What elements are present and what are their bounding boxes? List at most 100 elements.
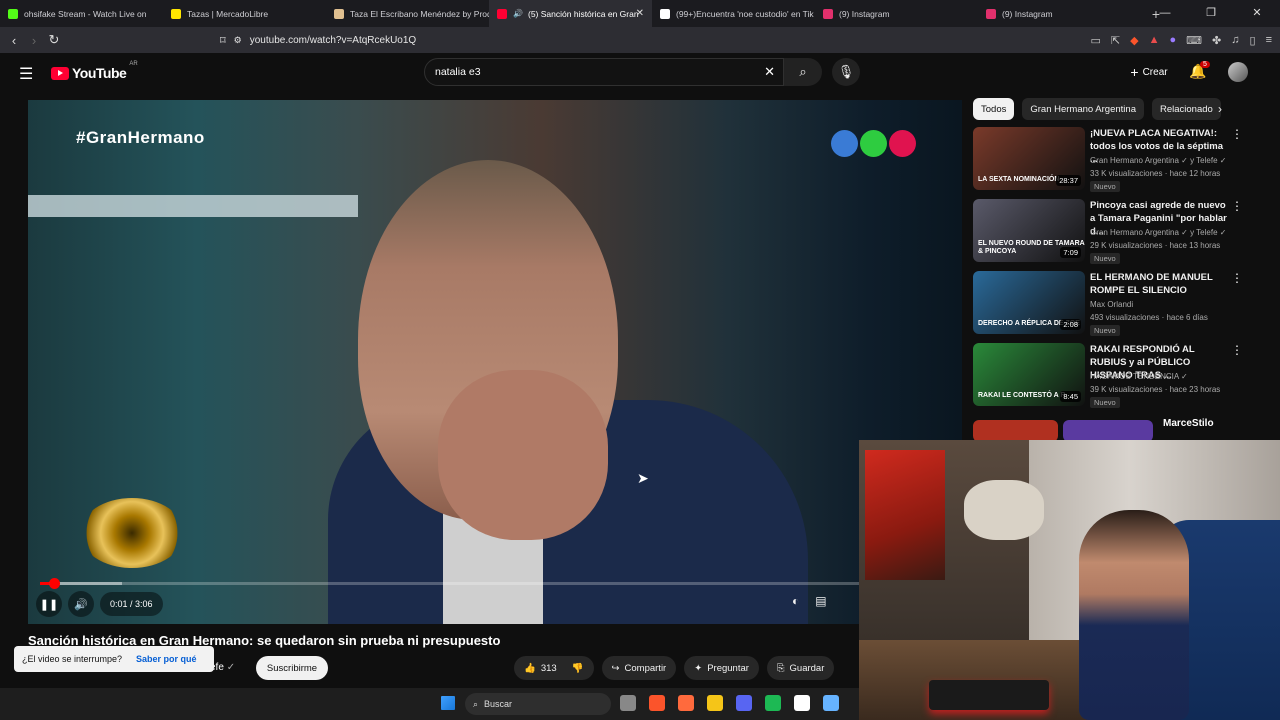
taskbar-apps <box>620 695 839 711</box>
subtitles-icon[interactable]: ▤ <box>815 594 826 608</box>
recommendation-item[interactable]: RAKAI LE CONTESTÓ A R 8:45 RAKAI RESPONDIÓ… <box>973 343 1243 408</box>
share-arrow-icon: ↪ <box>611 662 620 674</box>
thumbnail-caption: RAKAI LE CONTESTÓ A R <box>978 392 1066 399</box>
played-bar <box>40 582 50 585</box>
browser-tab[interactable]: (9) Instagram <box>815 0 978 27</box>
scrubber-handle[interactable] <box>49 578 60 589</box>
windows-start-icon[interactable] <box>441 696 455 710</box>
progress-bar[interactable] <box>40 578 950 589</box>
maximize-icon[interactable]: ❐ <box>1188 0 1234 27</box>
subscribe-button[interactable]: Suscribirme <box>256 656 328 680</box>
close-icon[interactable]: ✕ <box>1234 0 1280 27</box>
taskbar-app-icon[interactable] <box>794 695 810 711</box>
more-options-icon[interactable]: ⋮ <box>1231 271 1243 285</box>
taskbar-app-icon[interactable] <box>678 695 694 711</box>
taskbar-app-icon[interactable] <box>707 695 723 711</box>
video-thumbnail[interactable]: RAKAI LE CONTESTÓ A R 8:45 <box>973 343 1085 406</box>
search-icon: ⌕ <box>799 64 807 79</box>
site-info-icon[interactable]: ⚙ <box>234 35 242 46</box>
forward-icon[interactable]: › <box>24 33 44 48</box>
bookmark-icon[interactable]: ⌑ <box>220 34 226 47</box>
share-button[interactable]: ↪ Compartir <box>601 656 677 680</box>
video-player[interactable]: #GranHermano ➤ ❚❚ 🔊 0:01 / 3:06 ◐ ▤ <box>28 100 962 624</box>
toast-learn-more-link[interactable]: Saber por qué <box>136 654 197 664</box>
sidebar-icon[interactable]: ▯ <box>1250 34 1256 47</box>
recommendation-channel[interactable]: Gran Hermano Argentina ✓ y Telefe ✓ <box>1090 156 1226 165</box>
share-label: Compartir <box>624 662 667 674</box>
browser-tab[interactable]: Taza El Escribano Menéndez by Prod <box>326 0 489 27</box>
clear-search-icon[interactable]: ✕ <box>764 64 775 80</box>
taskbar-app-icon[interactable] <box>620 695 636 711</box>
taskbar-app-icon[interactable] <box>823 695 839 711</box>
tab-strip: ohsifake Stream - Watch Live on Tazas | M… <box>0 0 1141 27</box>
duration-badge: 28:37 <box>1056 175 1081 186</box>
address-bar[interactable]: ⌑ ⚙ youtube.com/watch?v=AtqRcekUo1Q <box>220 29 960 51</box>
recommendation-item[interactable]: DERECHO A RÉPLICA DE ZOE 2:08 EL HERMANO D… <box>973 271 1243 336</box>
filter-chip[interactable]: Gran Hermano Argentina <box>1022 98 1144 120</box>
back-icon[interactable]: ‹ <box>4 33 24 48</box>
volume-icon[interactable]: 🔊 <box>68 591 94 617</box>
menu-icon[interactable]: ≡ <box>1266 34 1272 46</box>
brave-shield-icon[interactable]: ◆ <box>1130 34 1138 47</box>
taskbar-app-icon[interactable] <box>765 695 781 711</box>
filter-chip[interactable]: Relacionado <box>1151 98 1221 120</box>
tab-favicon-icon <box>171 8 181 19</box>
background-wall <box>28 195 358 217</box>
install-icon[interactable]: ▭ <box>1091 34 1101 47</box>
like-button[interactable]: 👍 313 👎 <box>514 656 594 680</box>
pause-icon[interactable]: ❚❚ <box>36 591 62 617</box>
recommendation-channel[interactable]: Gran Hermano Argentina ✓ y Telefe ✓ <box>1090 228 1226 237</box>
hamburger-menu-icon[interactable]: ☰ <box>19 64 33 84</box>
video-actions: 👍 313 👎 ↪ Compartir ✦ Preguntar ⎘ Guarda… <box>514 656 835 680</box>
recommendation-channel[interactable]: HAGAMOS TENDENCIA ✓ <box>1090 372 1188 381</box>
taskbar-search[interactable]: ⌕ Buscar <box>465 693 611 715</box>
avatar[interactable] <box>1228 62 1248 82</box>
recommendation-item[interactable]: LA SEXTA NOMINACIÓN 28:37 ¡NUEVA PLACA NEG… <box>973 127 1243 192</box>
recommendation-title[interactable]: EL HERMANO DE MANUEL ROMPE EL SILENCIO <box>1090 271 1230 297</box>
extensions-icon[interactable]: ✤ <box>1212 34 1221 47</box>
reload-icon[interactable]: ↻ <box>44 32 64 48</box>
taskbar-app-icon[interactable] <box>736 695 752 711</box>
voice-search-button[interactable]: 🎙 <box>832 58 860 86</box>
tab-close-icon[interactable]: ✕ <box>636 8 644 19</box>
filter-chip[interactable]: Todos <box>973 98 1015 120</box>
search-button[interactable]: ⌕ <box>784 58 822 86</box>
more-options-icon[interactable]: ⋮ <box>1231 343 1243 357</box>
ask-button[interactable]: ✦ Preguntar <box>684 656 759 680</box>
wallet-icon[interactable]: ⌨ <box>1186 34 1202 47</box>
minimize-icon[interactable]: — <box>1142 0 1188 27</box>
share-icon[interactable]: ⇱ <box>1111 34 1120 47</box>
browser-tab[interactable]: ohsifake Stream - Watch Live on <box>0 0 163 27</box>
browser-tab[interactable]: (99+)Encuentra 'noe custodio' en Tik <box>652 0 815 27</box>
video-thumbnail[interactable]: LA SEXTA NOMINACIÓN 28:37 <box>973 127 1085 190</box>
duration-badge: 7:09 <box>1060 247 1081 258</box>
autoplay-toggle-icon[interactable]: ◐ <box>792 594 799 608</box>
browser-tab[interactable]: (9) Instagram <box>978 0 1141 27</box>
browser-tab[interactable]: 🔊 (5) Sanción histórica en Gran ✕ <box>489 0 652 27</box>
video-thumbnail[interactable]: EL NUEVO ROUND DE TAMARA & PINCOYA 7:09 <box>973 199 1085 262</box>
recommendation-item[interactable]: EL NUEVO ROUND DE TAMARA & PINCOYA 7:09 Pi… <box>973 199 1243 264</box>
save-button[interactable]: ⎘ Guardar <box>766 656 835 680</box>
time-display: 0:01 / 3:06 <box>100 592 163 616</box>
taskbar-app-icon[interactable] <box>649 695 665 711</box>
rewards-icon[interactable]: ▲ <box>1149 34 1160 46</box>
media-icon[interactable]: ♫ <box>1231 34 1239 46</box>
create-button[interactable]: + Crear <box>1120 60 1178 84</box>
thumbs-down-icon[interactable]: 👎 <box>572 663 584 674</box>
recommendation-meta: 33 K visualizaciones · hace 12 horas <box>1090 169 1221 178</box>
video-thumbnail[interactable]: DERECHO A RÉPLICA DE ZOE 2:08 <box>973 271 1085 334</box>
recommendation-channel[interactable]: Max Orlandi <box>1090 300 1133 309</box>
leo-icon[interactable]: ● <box>1170 34 1177 46</box>
youtube-logo[interactable]: YouTube AR <box>51 61 138 81</box>
more-options-icon[interactable]: ⋮ <box>1231 127 1243 141</box>
chevron-right-icon[interactable]: › <box>1218 102 1222 116</box>
url-text[interactable]: youtube.com/watch?v=AtqRcekUo1Q <box>250 35 416 46</box>
tab-title: (9) Instagram <box>1002 8 1053 19</box>
more-options-icon[interactable]: ⋮ <box>1231 199 1243 213</box>
tab-audio-icon[interactable]: 🔊 <box>513 9 523 18</box>
new-badge: Nuevo <box>1090 325 1120 336</box>
taskbar-search-placeholder: Buscar <box>484 699 513 709</box>
partial-recommendation[interactable]: MarceStilo <box>973 418 1243 440</box>
search-input[interactable]: natalia e3 ✕ <box>424 58 784 86</box>
browser-tab[interactable]: Tazas | MercadoLibre <box>163 0 326 27</box>
